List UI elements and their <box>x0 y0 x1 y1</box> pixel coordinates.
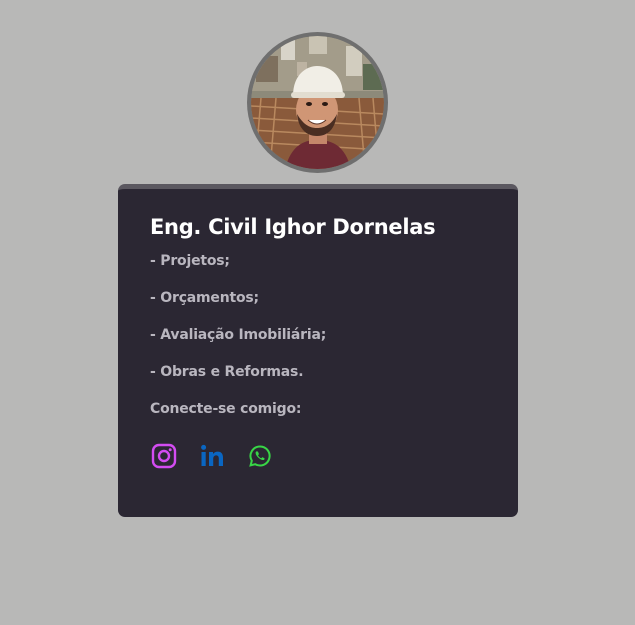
services-list: - Projetos; - Orçamentos; - Avaliação Im… <box>150 253 486 381</box>
profile-card: Eng. Civil Ighor Dornelas - Projetos; - … <box>118 184 518 517</box>
linkedin-icon <box>201 444 223 466</box>
service-item-projetos: - Projetos; <box>150 253 230 269</box>
whatsapp-link[interactable] <box>246 442 274 470</box>
service-item-avaliacao: - Avaliação Imobiliária; <box>150 327 327 343</box>
avatar <box>251 36 384 169</box>
connect-label: Conecte-se comigo: <box>150 401 302 417</box>
linkedin-link[interactable] <box>198 442 226 470</box>
service-item-obras: - Obras e Reformas. <box>150 364 304 380</box>
social-links <box>150 442 486 470</box>
instagram-icon <box>151 443 177 469</box>
avatar-frame <box>247 32 388 173</box>
instagram-link[interactable] <box>150 442 178 470</box>
profile-name: Eng. Civil Ighor Dornelas <box>150 215 436 239</box>
whatsapp-icon <box>249 445 271 467</box>
profile-page: Eng. Civil Ighor Dornelas - Projetos; - … <box>0 0 635 625</box>
service-item-orcamentos: - Orçamentos; <box>150 290 259 306</box>
